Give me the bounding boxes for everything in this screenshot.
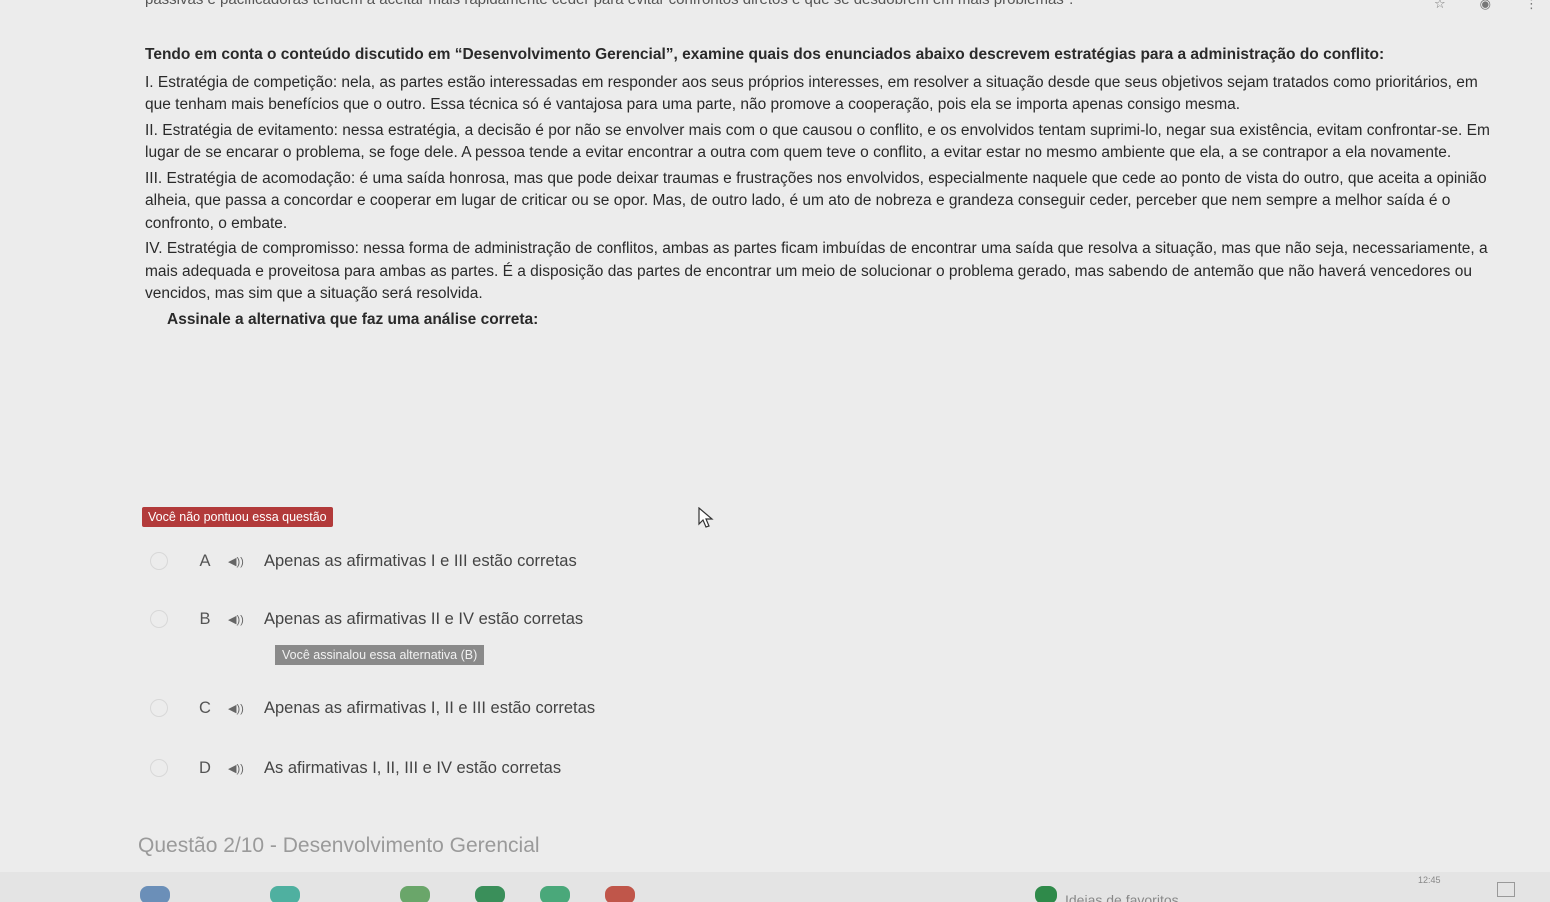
- taskbar-app-icon[interactable]: [400, 886, 430, 902]
- top-icons: ☆ ◉ ⋮: [1434, 0, 1538, 12]
- option-d-letter: D: [199, 758, 211, 777]
- question-body: Tendo em conta o conteúdo discutido em “…: [145, 44, 1490, 331]
- taskbar-app-icon[interactable]: [475, 886, 505, 902]
- selected-alternative-note: Você assinalou essa alternativa (B): [275, 645, 485, 665]
- option-b[interactable]: B ◀)) Apenas as afirmativas II e IV estã…: [150, 606, 583, 632]
- speaker-icon[interactable]: ◀)): [228, 762, 254, 775]
- speaker-icon[interactable]: ◀)): [228, 613, 254, 626]
- option-a[interactable]: A ◀)) Apenas as afirmativas I e III estã…: [150, 548, 577, 574]
- taskbar-app-icon[interactable]: [540, 886, 570, 902]
- option-a-radio[interactable]: [150, 552, 168, 570]
- option-b-radio[interactable]: [150, 610, 168, 628]
- speaker-icon[interactable]: ◀)): [228, 555, 254, 568]
- taskbar: Ideias de favoritos 12:45: [0, 872, 1550, 902]
- option-c-letter: C: [199, 698, 211, 717]
- next-question-title: Questão 2/10 - Desenvolvimento Gerencial: [138, 834, 540, 857]
- result-badge: Você não pontuou essa questão: [142, 507, 333, 527]
- option-b-letter: B: [199, 609, 211, 628]
- option-c[interactable]: C ◀)) Apenas as afirmativas I, II e III …: [150, 695, 595, 721]
- top-strip: passivas e pacificadoras tendem a aceita…: [0, 0, 1550, 12]
- taskbar-app-icon[interactable]: [140, 886, 170, 902]
- statement-iii: III. Estratégia de acomodação: é uma saí…: [145, 169, 1487, 232]
- statement-ii: II. Estratégia de evitamento: nessa estr…: [145, 121, 1490, 162]
- profile-icon[interactable]: ◉: [1480, 0, 1491, 12]
- taskbar-app-icon[interactable]: [1035, 886, 1057, 902]
- question-instruction: Assinale a alternativa que faz uma análi…: [167, 310, 539, 328]
- previous-text-cut: passivas e pacificadoras tendem a aceita…: [145, 0, 1073, 8]
- favorites-label[interactable]: Ideias de favoritos: [1065, 892, 1179, 902]
- statement-iv: IV. Estratégia de compromisso: nessa for…: [145, 240, 1488, 302]
- option-d[interactable]: D ◀)) As afirmativas I, II, III e IV est…: [150, 755, 561, 781]
- option-a-letter: A: [199, 551, 211, 570]
- option-c-text: Apenas as afirmativas I, II e III estão …: [264, 698, 596, 717]
- window-icon[interactable]: [1497, 882, 1515, 897]
- option-b-text: Apenas as afirmativas II e IV estão corr…: [264, 609, 584, 628]
- option-d-radio[interactable]: [150, 759, 168, 777]
- speaker-icon[interactable]: ◀)): [228, 702, 254, 715]
- question-prompt: Tendo em conta o conteúdo discutido em “…: [145, 46, 1385, 63]
- option-c-radio[interactable]: [150, 699, 168, 717]
- mouse-cursor-icon: [698, 507, 714, 528]
- option-a-text: Apenas as afirmativas I e III estão corr…: [264, 551, 577, 570]
- star-icon[interactable]: ☆: [1434, 0, 1446, 12]
- statement-i: I. Estratégia de competição: nela, as pa…: [145, 73, 1478, 114]
- option-d-text: As afirmativas I, II, III e IV estão cor…: [264, 758, 562, 777]
- taskbar-clock: 12:45: [1418, 875, 1441, 885]
- taskbar-app-icon[interactable]: [270, 886, 300, 902]
- taskbar-app-icon[interactable]: [605, 886, 635, 902]
- more-menu-icon[interactable]: ⋮: [1525, 0, 1538, 12]
